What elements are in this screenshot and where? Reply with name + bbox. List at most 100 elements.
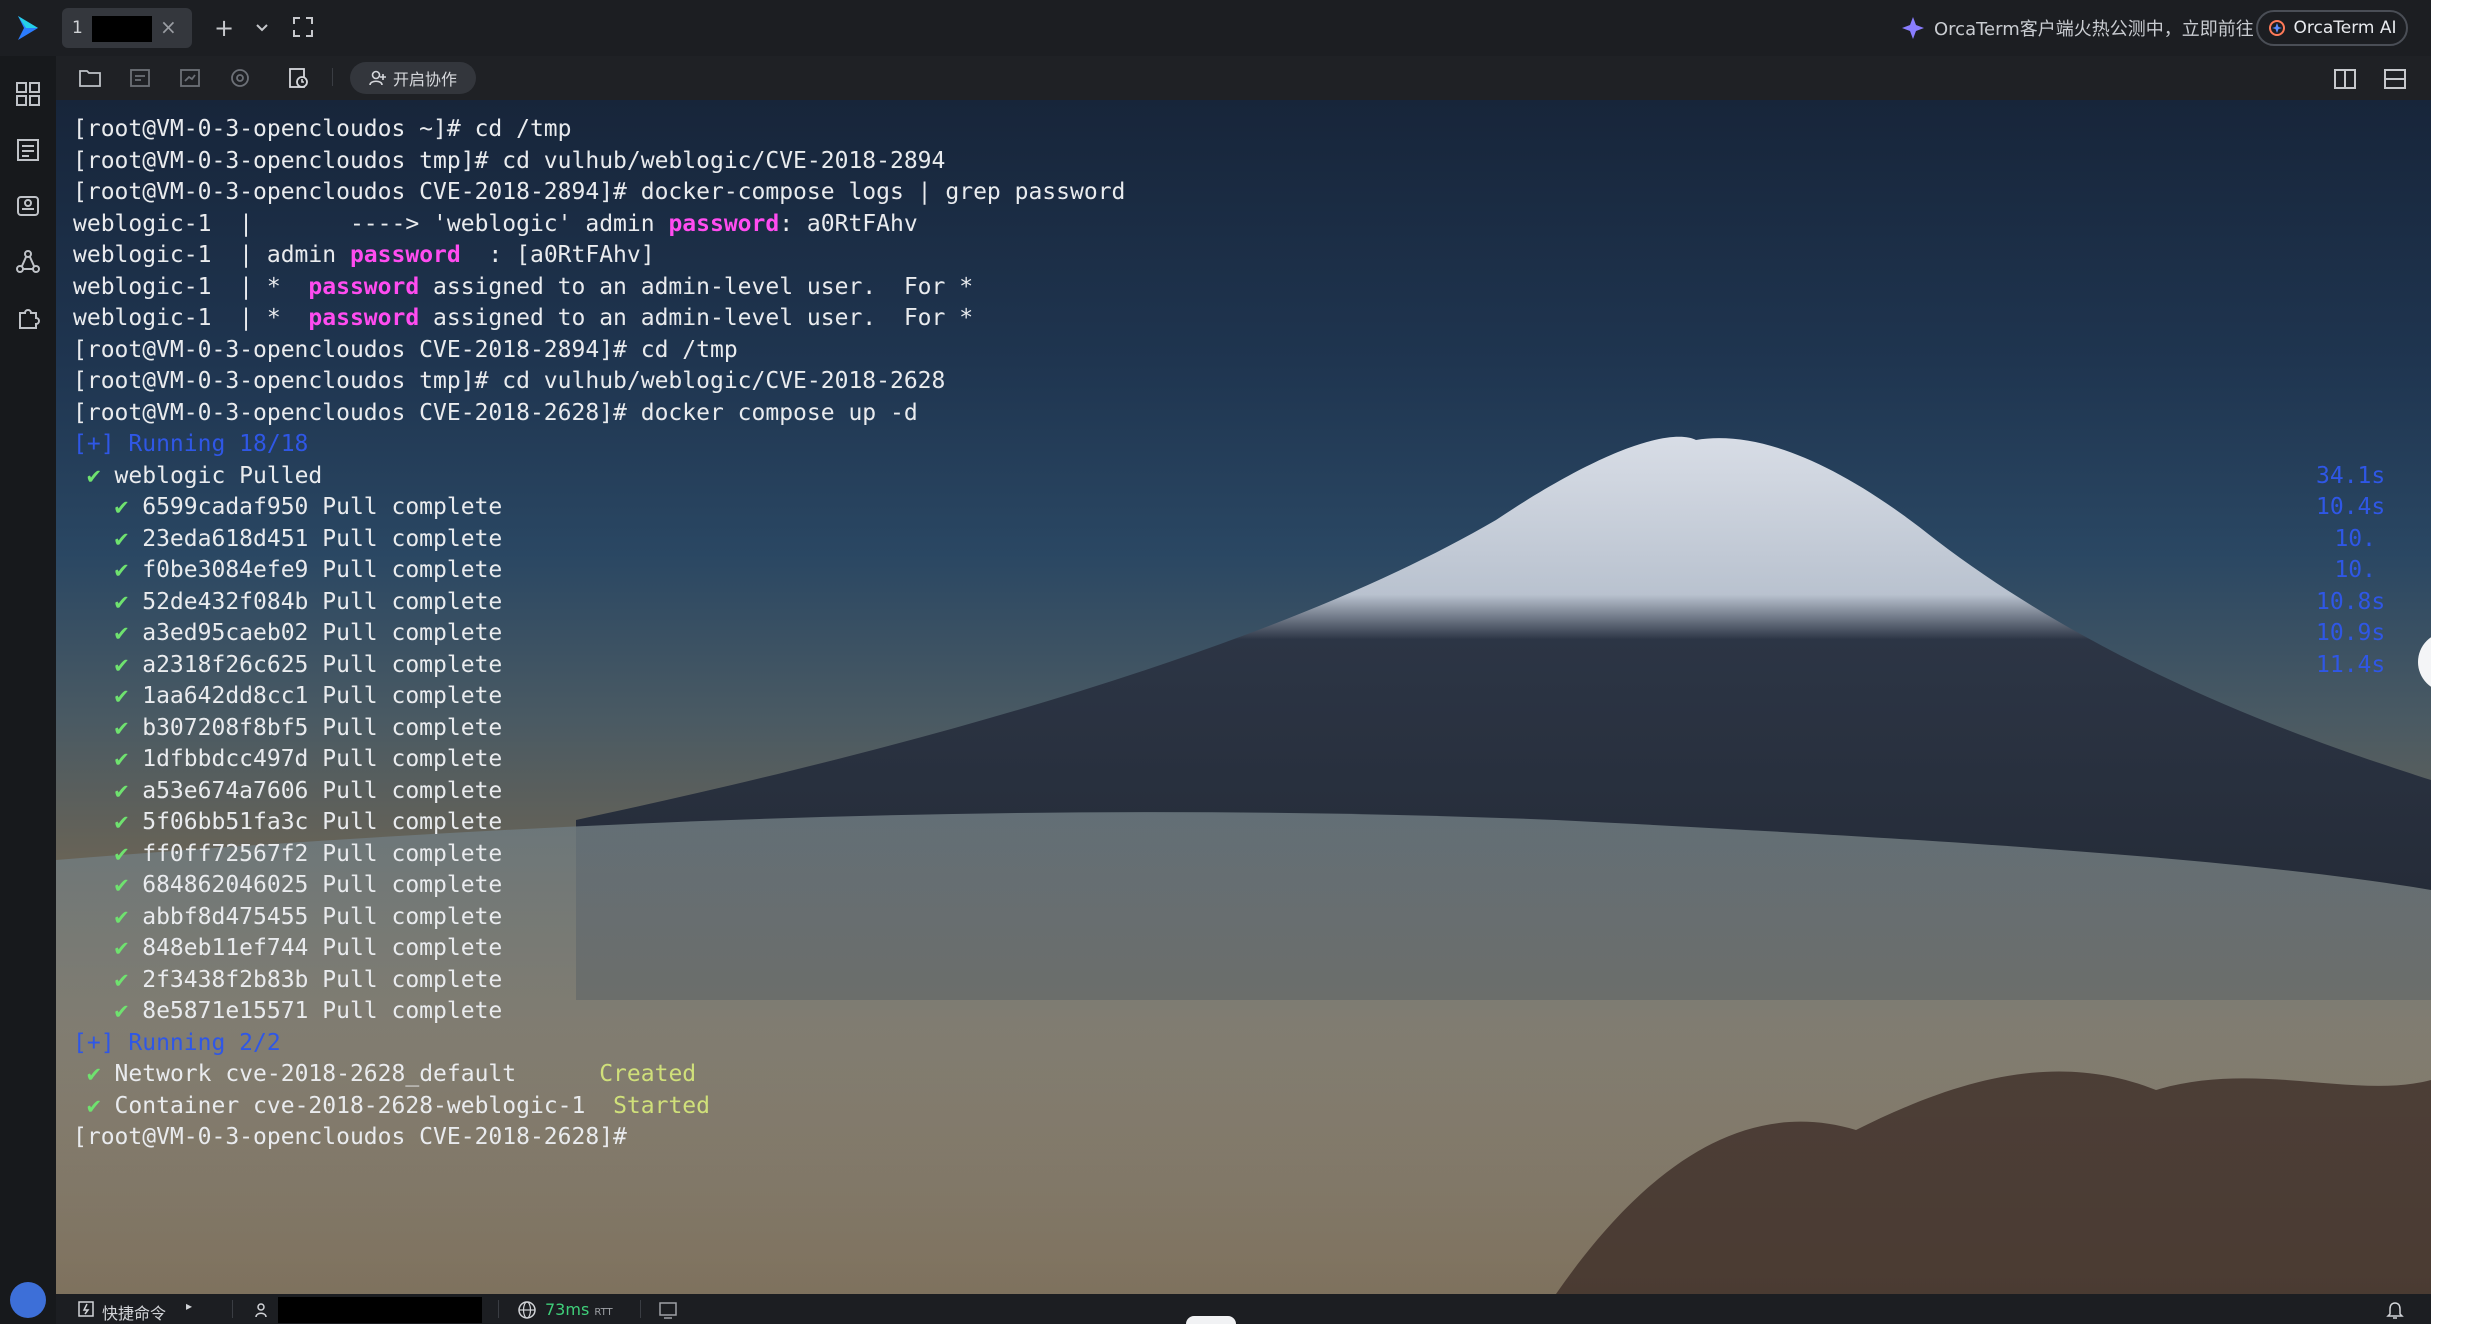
terminal-line: [root@VM-0-3-opencloudos CVE-2018-2628]#… [73,398,1125,430]
check-icon: ✔ [73,651,129,678]
terminal-line: ✔ 23eda618d451 Pull complete [73,524,1125,556]
host-user-icon [255,1303,267,1318]
terminal-text: Container cve-2018-2628-weblogic-1 [100,1092,614,1119]
sparkle-icon [1902,17,1924,39]
terminal-text: a53e674a7606 Pull complete [128,777,503,804]
compose-duration: 11.4s [2316,651,2386,678]
terminal-text: 23eda618d451 Pull complete [128,525,503,552]
terminal-line: ✔ a2318f26c625 Pull complete [73,650,1125,682]
status-bar: 快捷命令 ▸ 73ms RTT [56,1294,2431,1324]
check-icon: ✔ [73,557,129,583]
check-icon: ✔ [73,525,129,552]
promo-text: OrcaTerm客户端火热公测中，立即前往 [1934,19,2254,40]
tab-list-chevron-down-icon[interactable] [254,20,270,36]
left-sidebar [0,56,56,1324]
terminal-line: ✔ a3ed95caeb02 Pull complete [73,618,1125,650]
quick-command-arrow-icon[interactable]: ▸ [186,1299,192,1313]
terminal-line: [root@VM-0-3-opencloudos tmp]# cd vulhub… [73,366,1125,398]
terminal-text: weblogic Pulled [100,462,323,489]
check-icon: ✔ [73,872,129,898]
terminal-tab[interactable]: 1 × [62,8,192,48]
notification-bell-icon[interactable] [2386,1300,2404,1320]
user-avatar[interactable] [10,1282,46,1318]
terminal-line: ✔ 1aa642dd8cc1 Pull complete [73,681,1125,713]
title-bar: 1 × + OrcaTerm客户端火热公测中，立即前往 OrcaTerm AI [0,0,2431,56]
terminal-text: [root@VM-0-3-opencloudos tmp]# cd vulhub… [73,368,946,394]
tab-number: 1 [72,18,83,38]
latency-value: 73ms [545,1300,590,1319]
split-horizontal-icon[interactable] [2382,66,2408,92]
file-transfer-icon[interactable] [128,66,152,90]
collapse-panel-handle[interactable] [1186,1316,1236,1324]
terminal-text: [root@VM-0-3-opencloudos CVE-2018-2894]#… [73,336,738,363]
record-history-icon[interactable] [286,66,310,90]
network-nodes-icon[interactable] [14,248,42,276]
user-plus-icon [369,70,386,86]
promo-banner[interactable]: OrcaTerm客户端火热公测中，立即前往 [1900,14,2254,42]
terminal-line: ✔ 6599cadaf950 Pull complete [73,492,1125,524]
tab-close-icon[interactable]: × [160,15,177,39]
new-tab-plus-icon[interactable]: + [214,14,234,42]
compose-duration: 10.9s [2316,620,2386,646]
terminal-line: [root@VM-0-3-opencloudos CVE-2018-2628]# [73,1122,1125,1154]
plugin-puzzle-icon[interactable] [14,304,42,332]
status-divider [232,1300,233,1318]
terminal-text: Created [599,1061,697,1087]
terminal-text: 2f3438f2b83b Pull complete [128,966,503,993]
compose-duration [2316,398,2376,430]
screen-monitor-icon[interactable] [658,1300,678,1320]
sftp-folder-icon[interactable] [78,66,102,90]
terminal-line: ✔ 848eb11ef744 Pull complete [73,933,1125,965]
orcaterm-ai-button[interactable]: OrcaTerm AI [2256,10,2408,46]
terminal-line: weblogic-1 | * password assigned to an a… [73,303,1125,335]
terminal-text: b307208f8bf5 Pull complete [128,714,503,741]
dashboard-grid-icon[interactable] [14,80,42,108]
terminal-line: [root@VM-0-3-opencloudos CVE-2018-2894]#… [73,335,1125,367]
terminal-line: weblogic-1 | admin password : [a0RtFAhv] [73,240,1125,272]
compose-duration [2316,146,2376,178]
terminal-line: ✔ b307208f8bf5 Pull complete [73,713,1125,745]
ai-spark-icon [2269,20,2286,36]
terminal-line: ✔ abbf8d475455 Pull complete [73,902,1125,934]
terminal-line: [root@VM-0-3-opencloudos ~]# cd /tmp [73,114,1125,146]
terminal-text: : [a0RtFAhv] [460,242,655,268]
terminal-text: a3ed95caeb02 Pull complete [128,620,503,646]
terminal-text: 52de432f084b Pull complete [128,588,503,615]
ai-button-label: OrcaTerm AI [2293,18,2397,38]
terminal-text: weblogic-1 | * [73,273,309,300]
check-icon: ✔ [73,966,129,993]
check-icon: ✔ [73,1092,101,1119]
collab-label: 开启协作 [392,70,457,89]
terminal-line: [+] Running 2/2 [73,1028,1125,1060]
compose-duration [2316,177,2376,209]
server-icon[interactable] [14,192,42,220]
toolbar-divider [332,68,333,86]
terminal-line: [+] Running 18/18 [73,429,1125,461]
check-icon: ✔ [73,714,129,741]
terminal-text: abbf8d475455 Pull complete [128,903,503,930]
compose-duration [2316,240,2376,272]
terminal-text: [root@VM-0-3-opencloudos CVE-2018-2628]#… [73,399,918,426]
terminal-text: Started [613,1092,710,1119]
host-address-redacted [278,1297,482,1323]
terminal-text: password [308,273,420,300]
terminal-output-area[interactable]: [root@VM-0-3-opencloudos ~]# cd /tmp [roo… [56,100,2431,1294]
status-divider [640,1300,641,1318]
terminal-line: ✔ 684862046025 Pull complete [73,870,1125,902]
check-icon: ✔ [73,777,129,804]
split-vertical-icon[interactable] [2332,66,2358,92]
terminal-text: weblogic-1 | admin [73,242,350,268]
settings-gear-icon[interactable] [228,66,252,90]
start-collaboration-button[interactable]: 开启协作 [350,62,476,94]
terminal-line: ✔ 1dfbbdcc497d Pull complete [73,744,1125,776]
orcaterm-window: 1 × + OrcaTerm客户端火热公测中，立即前往 OrcaTerm AI [0,0,2431,1324]
check-icon: ✔ [73,935,129,961]
compose-duration [2316,272,2376,304]
app-logo-icon [18,16,38,40]
monitor-icon[interactable] [178,66,202,90]
file-list-icon[interactable] [14,136,42,164]
quick-command-button[interactable]: 快捷命令 [102,1300,166,1324]
fullscreen-icon[interactable] [292,16,314,38]
compose-duration: 10.8s [2316,588,2386,615]
terminal-text: [+] Running 18/18 [73,431,309,457]
